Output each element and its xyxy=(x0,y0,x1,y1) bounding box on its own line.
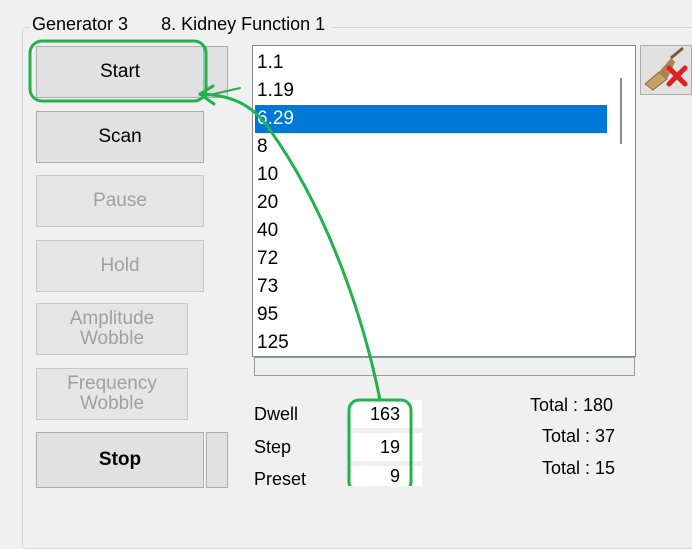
list-item[interactable]: 10 xyxy=(257,161,278,189)
groupbox-legend: Generator 3 8. Kidney Function 1 xyxy=(30,14,332,35)
preset-label: Preset xyxy=(254,469,307,489)
list-item[interactable]: 20 xyxy=(257,189,278,217)
program-label: 8. Kidney Function 1 xyxy=(161,14,326,34)
broom-cross-icon xyxy=(644,46,688,91)
list-scrollbar-thumb[interactable] xyxy=(620,78,622,144)
horizontal-scrollbar[interactable] xyxy=(254,357,635,376)
list-item[interactable]: 125 xyxy=(257,329,289,356)
scan-button[interactable]: Scan xyxy=(36,111,204,163)
erase-button[interactable] xyxy=(640,45,692,95)
dwell-total: Total : 180 xyxy=(530,395,614,415)
hold-button[interactable]: Hold xyxy=(36,240,204,292)
frequency-list[interactable]: 1.1 1.19 6.29 8 10 20 40 72 73 95 125 xyxy=(252,45,636,357)
list-item[interactable]: 40 xyxy=(257,217,278,245)
start-button[interactable]: Start xyxy=(36,46,204,98)
start-side-button[interactable] xyxy=(206,46,228,98)
stop-side-button[interactable] xyxy=(206,432,228,488)
list-item[interactable]: 73 xyxy=(257,273,278,301)
preset-value[interactable]: 9 xyxy=(350,466,422,486)
list-item[interactable]: 1.1 xyxy=(257,49,283,77)
frequency-wobble-button[interactable]: Frequency Wobble xyxy=(36,368,188,420)
list-item[interactable]: 95 xyxy=(257,301,278,329)
amplitude-wobble-button[interactable]: Amplitude Wobble xyxy=(36,303,188,355)
step-value[interactable]: 19 xyxy=(350,433,422,461)
list-item-selected[interactable]: 6.29 xyxy=(255,105,607,133)
stop-button[interactable]: Stop xyxy=(36,432,204,488)
list-item[interactable]: 72 xyxy=(257,245,278,273)
list-item[interactable]: 8 xyxy=(257,133,268,161)
step-label: Step xyxy=(254,437,292,457)
dwell-value[interactable]: 163 xyxy=(350,400,422,428)
pause-button[interactable]: Pause xyxy=(36,175,204,227)
step-total: Total : 37 xyxy=(542,426,616,446)
list-item[interactable]: 1.19 xyxy=(257,77,294,105)
dwell-label: Dwell xyxy=(254,404,299,424)
generator-label: Generator 3 xyxy=(32,14,129,34)
preset-total: Total : 15 xyxy=(542,458,616,478)
